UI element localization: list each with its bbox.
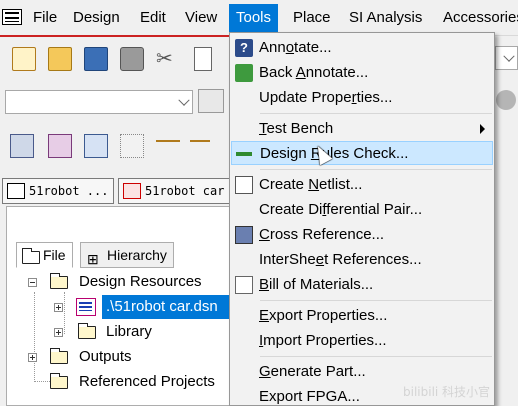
cross-reference-icon (235, 226, 253, 244)
tab-file[interactable]: File (16, 242, 73, 268)
menu-item-update-properties[interactable]: Update Properties... (231, 86, 493, 110)
menu-place[interactable]: Place (286, 4, 338, 32)
menu-item-annotate[interactable]: Annotate... (231, 36, 493, 60)
toolbar-grid-icon[interactable] (48, 134, 72, 158)
document-tabs: 51robot ... 51robot car (0, 176, 232, 206)
menu-item-test-bench[interactable]: Test Bench (231, 117, 493, 141)
part-combo[interactable] (5, 90, 193, 114)
copy-icon[interactable] (194, 47, 212, 71)
toolbar-bus-icon[interactable] (190, 140, 210, 150)
toolbar-chip-icon[interactable] (10, 134, 34, 158)
menu-item-bill-of-materials[interactable]: Bill of Materials... (231, 273, 493, 297)
menu-separator (260, 356, 492, 357)
new-document-icon[interactable] (12, 47, 36, 71)
menu-item-export-properties[interactable]: Export Properties... (231, 304, 493, 328)
print-icon[interactable] (120, 47, 144, 71)
toolbar-edit-icon[interactable] (120, 134, 144, 158)
menu-file[interactable]: File (26, 4, 64, 32)
menu-tools[interactable]: Tools (229, 4, 279, 32)
tree-line (64, 292, 65, 334)
menu-item-create-differential-pair[interactable]: Create Differential Pair... (231, 198, 493, 222)
menu-edit[interactable]: Edit (133, 4, 173, 32)
folder-icon (21, 248, 40, 264)
schematic-design-icon (76, 298, 96, 316)
tab-hierarchy[interactable]: ⊞ Hierarchy (80, 242, 174, 268)
menu-design[interactable]: Design (66, 4, 127, 32)
menu-item-create-netlist[interactable]: Create Netlist... (231, 173, 493, 197)
waveform-icon[interactable] (198, 89, 224, 113)
menu-item-generate-part[interactable]: Generate Part... (231, 360, 493, 384)
folder-icon (49, 348, 68, 364)
netlist-icon (235, 176, 253, 194)
menu-item-import-properties[interactable]: Import Properties... (231, 329, 493, 353)
folder-icon (49, 373, 68, 389)
right-combo[interactable] (495, 46, 518, 70)
menu-item-cross-reference[interactable]: Cross Reference... (231, 223, 493, 247)
app-icon[interactable] (2, 9, 22, 25)
menu-bar: File Design Edit View Tools Place SI Ana… (0, 0, 518, 36)
menu-accessories[interactable]: Accessories (436, 4, 518, 32)
submenu-arrow-icon (480, 124, 485, 134)
doc-tab-schematic[interactable]: 51robot car (118, 178, 232, 204)
tree-line (34, 292, 35, 380)
cut-icon[interactable]: ✂ (156, 47, 180, 71)
circle-button-icon[interactable] (496, 90, 516, 110)
tools-menu: Annotate... Back Annotate... Update Prop… (229, 32, 495, 406)
expand-icon[interactable] (54, 303, 63, 312)
menu-si-analysis[interactable]: SI Analysis (342, 4, 429, 32)
menu-separator (260, 169, 492, 170)
save-icon[interactable] (84, 47, 108, 71)
watermark: bilibili 科技小官 (403, 385, 491, 399)
toolbar-wire-icon[interactable] (156, 140, 180, 150)
menu-item-back-annotate[interactable]: Back Annotate... (231, 61, 493, 85)
expand-icon[interactable] (54, 328, 63, 337)
tree-line (34, 381, 50, 382)
accent-line (0, 35, 230, 37)
menu-separator (260, 300, 492, 301)
menu-view[interactable]: View (178, 4, 224, 32)
open-folder-icon[interactable] (48, 47, 72, 71)
design-rules-check-icon (236, 145, 254, 163)
back-annotate-icon (235, 64, 253, 82)
toolbar-check-icon[interactable] (84, 134, 108, 158)
menu-item-design-rules-check[interactable]: Design Rules Check... (231, 141, 493, 165)
collapse-icon[interactable] (28, 278, 37, 287)
annotate-icon (235, 36, 253, 60)
expand-icon[interactable] (28, 353, 37, 362)
menu-item-intersheet-references[interactable]: InterSheet References... (231, 248, 493, 272)
bill-of-materials-icon (235, 276, 253, 294)
schematic-file-icon (123, 183, 141, 199)
hierarchy-icon: ⊞ (87, 251, 99, 267)
doc-tab-project[interactable]: 51robot ... (2, 178, 114, 204)
folder-icon (49, 273, 68, 289)
menu-separator (260, 113, 492, 114)
project-file-icon (7, 183, 25, 199)
folder-icon (77, 323, 96, 339)
